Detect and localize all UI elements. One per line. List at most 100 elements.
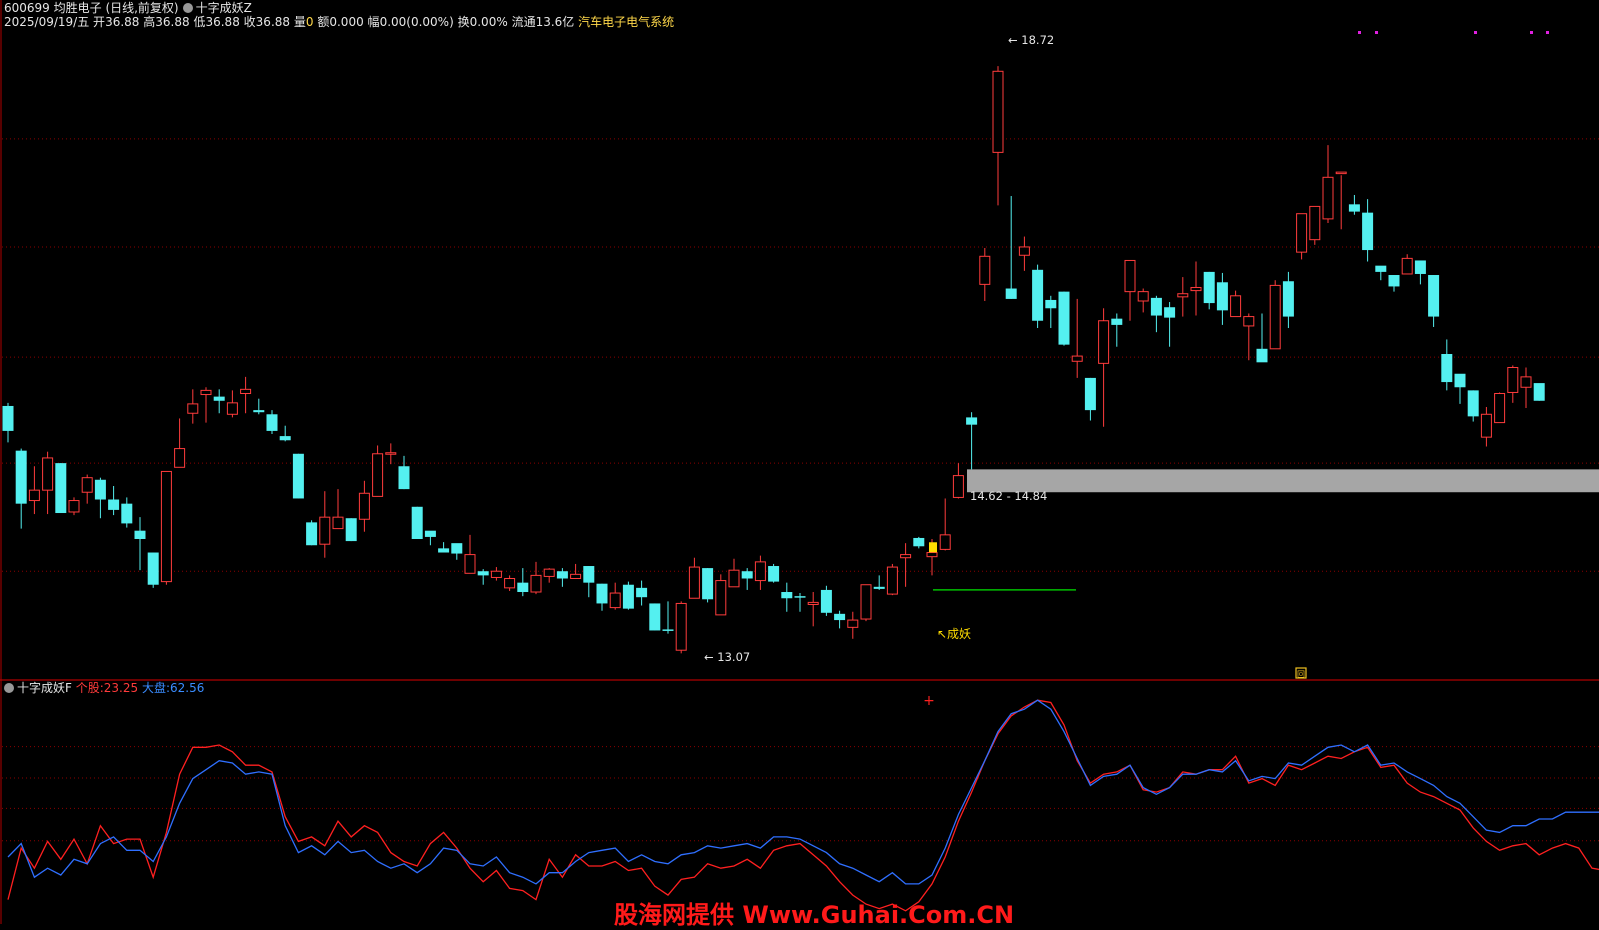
sector-link[interactable]: 汽车电子电气系统 — [578, 15, 674, 29]
stock-line — [7, 699, 1599, 912]
candle-body — [1243, 316, 1255, 327]
candle — [1480, 407, 1492, 447]
chart-labels: ← 18.72 ← 13.07 14.62 - 14.84 ↖成妖回 — [704, 33, 1305, 679]
candle-body — [81, 477, 93, 493]
candle — [702, 568, 714, 603]
candle-body — [213, 396, 225, 401]
change-value: 0.00(0.00%) — [379, 15, 454, 29]
candle-body — [1150, 297, 1162, 316]
candle-body — [28, 489, 40, 502]
candle — [200, 387, 212, 423]
signal-dot — [1474, 31, 1477, 34]
candle-body — [1375, 265, 1387, 272]
candle-body — [596, 583, 608, 604]
signal-marker — [929, 542, 937, 553]
candle — [174, 418, 186, 468]
zone-range-label: 14.62 - 14.84 — [970, 489, 1047, 503]
candle-body — [1137, 291, 1149, 302]
candle-body — [411, 506, 423, 540]
price-gridlines — [2, 138, 1599, 572]
candle-body — [1362, 212, 1374, 251]
signal-dot — [1358, 31, 1361, 34]
candle — [979, 247, 991, 301]
candle-body — [1520, 376, 1532, 388]
candle-body — [200, 389, 212, 396]
indicator-dropdown-icon[interactable] — [4, 683, 14, 693]
candle-body — [715, 580, 727, 616]
close-value: 36.88 — [255, 15, 291, 29]
candle-body — [372, 453, 384, 497]
indicator-panel-title[interactable]: 十字成妖F — [17, 681, 72, 695]
candle — [15, 448, 27, 529]
candle — [504, 575, 516, 591]
candle-body — [253, 410, 265, 413]
open-label: 开 — [93, 15, 106, 29]
candle — [952, 463, 964, 499]
candle — [794, 593, 806, 612]
candle-body — [1441, 354, 1453, 383]
turnover-value: 0.00% — [469, 15, 508, 29]
candle-body — [1296, 213, 1308, 253]
candle-body — [992, 70, 1004, 153]
watermark: 股海网提供 Www.Guhai.Com.CN — [614, 901, 1015, 929]
candle — [688, 557, 700, 599]
candle — [424, 530, 436, 546]
candle-body — [279, 436, 291, 441]
candle-body — [570, 573, 582, 579]
candle-body — [900, 554, 912, 559]
candle — [319, 491, 331, 558]
candle-body — [490, 570, 502, 578]
candle — [28, 466, 40, 515]
candle-body — [1348, 204, 1360, 212]
candle-body — [306, 522, 318, 546]
candle-body — [1071, 355, 1083, 362]
dropdown-icon[interactable] — [182, 3, 193, 13]
candle — [372, 445, 384, 497]
candle-body — [1533, 383, 1545, 401]
candle-body — [1480, 413, 1492, 438]
candle — [900, 543, 912, 587]
candle — [1230, 290, 1242, 318]
candlesticks — [2, 66, 1545, 654]
turnover-label: 换 — [457, 15, 470, 29]
candle — [490, 567, 502, 581]
stock-title[interactable]: 600699 均胜电子 (日线,前复权) — [4, 1, 179, 15]
candle-body — [1124, 259, 1136, 293]
candle-body — [741, 571, 753, 579]
candle — [1216, 272, 1228, 325]
candle-body — [913, 537, 925, 547]
candle — [675, 601, 687, 654]
candle — [292, 453, 304, 499]
candle — [240, 376, 252, 414]
candle — [517, 568, 529, 597]
candle — [543, 568, 555, 583]
candle-body — [1507, 367, 1519, 393]
candle-body — [1454, 373, 1466, 388]
candle — [1322, 145, 1334, 224]
candle — [1150, 295, 1162, 333]
candle — [121, 497, 133, 528]
low-value: 36.88 — [205, 15, 240, 29]
candle — [860, 584, 872, 622]
candle-body — [543, 568, 555, 577]
indicator-title[interactable]: 十字成妖Z — [196, 1, 252, 15]
candle-body — [1494, 392, 1506, 424]
candle-body — [1282, 281, 1294, 317]
candle-body — [952, 475, 964, 498]
candle-body — [1230, 295, 1242, 318]
candle — [1467, 390, 1479, 422]
candle — [1164, 302, 1176, 347]
candle — [1190, 261, 1202, 316]
candle — [1084, 377, 1096, 421]
candle-body — [292, 453, 304, 499]
candle-body — [226, 402, 238, 415]
candle-body — [240, 388, 252, 394]
candle — [768, 563, 780, 583]
candle — [398, 455, 410, 490]
candle — [2, 402, 14, 443]
candle — [1111, 313, 1123, 347]
float-value: 13.6亿 — [535, 15, 575, 29]
candle-body — [530, 574, 542, 593]
candle — [1243, 313, 1255, 361]
candle-body — [147, 552, 159, 585]
